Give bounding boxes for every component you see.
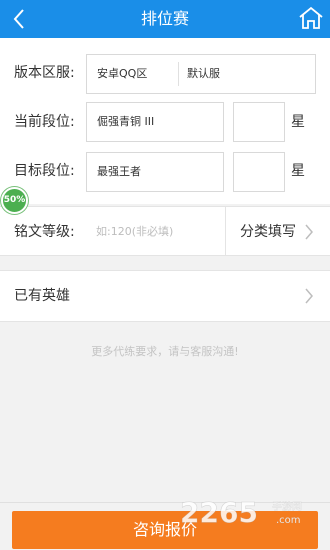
inscription-level-input[interactable]: 如:120(非必填)	[96, 224, 216, 240]
platform-value: 安卓QQ区	[97, 67, 148, 80]
current-stars-input[interactable]	[233, 102, 285, 142]
current-stars-unit: 星	[291, 114, 305, 130]
current-rank-label: 当前段位:	[14, 114, 75, 130]
target-rank-label: 目标段位:	[14, 163, 75, 179]
owned-heroes-label: 已有英雄	[14, 288, 70, 304]
category-fill-button[interactable]: 分类填写	[240, 222, 296, 242]
inscription-level-label: 铭文等级:	[14, 224, 75, 240]
target-rank-value: 最强王者	[97, 165, 141, 178]
watermark-suffix-bottom: .com	[276, 515, 301, 526]
rank-form: 版本区服: 安卓QQ区 默认服 当前段位: 倔强青铜 III 星 目标段位: 最…	[0, 38, 330, 204]
watermark-suffix-top: 手游网	[272, 500, 302, 513]
divider	[225, 207, 226, 255]
page-title: 排位赛	[140, 9, 189, 28]
server-label: 版本区服:	[14, 65, 75, 81]
server-select[interactable]: 安卓QQ区 默认服	[86, 54, 316, 94]
target-stars-input[interactable]	[233, 152, 285, 192]
progress-badge[interactable]: 50%	[1, 187, 28, 214]
current-rank-select[interactable]: 倔强青铜 III	[86, 102, 224, 142]
current-rank-value: 倔强青铜 III	[97, 115, 155, 128]
home-icon[interactable]	[298, 5, 324, 31]
watermark-brand: 2265	[180, 496, 258, 528]
server-value: 默认服	[187, 67, 220, 80]
chevron-right-icon	[305, 288, 313, 304]
owned-heroes-row[interactable]: 已有英雄	[0, 270, 330, 322]
site-watermark-logo: 2265 手游网 .com	[180, 496, 303, 528]
inscription-level-row: 铭文等级: 如:120(非必填) 分类填写	[0, 206, 330, 256]
top-nav-bar: 排位赛	[0, 0, 330, 38]
hint-text: 更多代练要求，请与客服沟通!	[91, 345, 239, 358]
chevron-right-icon[interactable]	[304, 224, 314, 240]
target-rank-select[interactable]: 最强王者	[86, 152, 224, 192]
target-stars-unit: 星	[291, 163, 305, 179]
divider	[178, 62, 179, 86]
